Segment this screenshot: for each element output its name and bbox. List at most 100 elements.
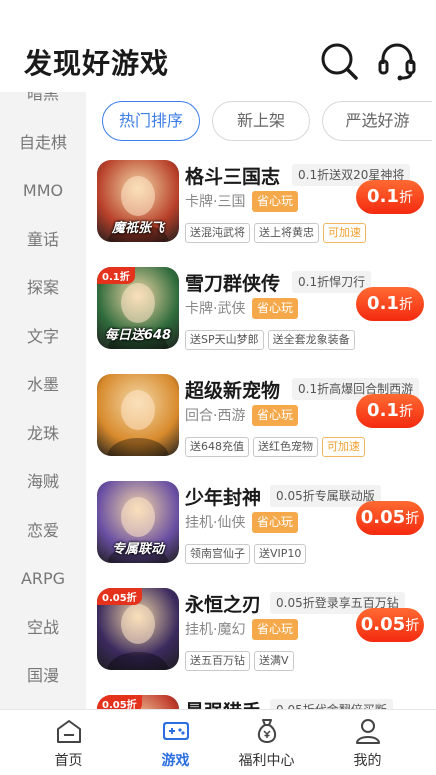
discount-value: 0.05 [360, 507, 406, 528]
nav-home[interactable]: 首页 [14, 710, 123, 775]
discount-unit: 折 [398, 404, 413, 420]
game-genre: 卡牌·三国 [185, 194, 246, 210]
game-genre: 回合·西游 [185, 408, 246, 424]
game-tags: 送648充值 送红色宠物 可加速 [185, 435, 369, 457]
game-tag: 送红色宠物 [253, 437, 318, 457]
nav-profile[interactable]: 我的 [313, 710, 422, 775]
game-icon-corner-badge: 0.1折 [97, 267, 135, 284]
game-row[interactable]: 0.05折 最强猎手 0.05折代金翻倍买断 [86, 685, 436, 709]
game-tag: 领南宫仙子 [185, 544, 250, 564]
nav-home-label: 首页 [54, 753, 83, 769]
sidebar-item[interactable]: 空战 [0, 604, 86, 652]
game-genre: 挂机·仙侠 [185, 515, 246, 531]
game-tags: 送五百万钻 送满V [185, 649, 298, 671]
game-tag: 送全套龙象装备 [267, 330, 355, 350]
sidebar-item[interactable]: 龙珠 [0, 410, 86, 458]
discount-button[interactable]: 0.1折 [356, 287, 424, 321]
game-name: 少年封神 [185, 487, 262, 509]
category-sidebar: 暗黑 自走棋 MMO 童话 探案 文字 水墨 龙珠 海贼 恋爱 ARPG 空战 国漫 [0, 92, 86, 709]
accelerate-tag: 可加速 [323, 223, 366, 243]
tab-hot-sort[interactable]: 热门排序 [102, 101, 200, 141]
sidebar-item[interactable]: MMO [0, 167, 86, 215]
game-icon[interactable] [97, 374, 179, 456]
nav-profile-label: 我的 [353, 753, 382, 769]
sidebar-item[interactable]: 水墨 [0, 361, 86, 409]
game-tags: 送SP天山梦郎 送全套龙象装备 [185, 328, 359, 350]
discount-button[interactable]: 0.1折 [356, 180, 424, 214]
game-icon[interactable]: 每日送648 0.1折 [97, 267, 179, 349]
sidebar-item[interactable]: 恋爱 [0, 507, 86, 555]
game-name: 格斗三国志 [185, 166, 281, 188]
game-genre: 卡牌·武侠 [185, 301, 246, 317]
game-tag: 送上将黄忠 [254, 223, 319, 243]
game-name: 雪刀群侠传 [185, 273, 281, 295]
game-promo: 0.05折代金翻倍买断 [270, 699, 393, 709]
game-row[interactable]: 魔祇张飞 格斗三国志 0.1折送双20星神将 卡牌·三国 省心玩 送混沌武将 送上将黄忠 可加… [86, 150, 436, 257]
game-icon[interactable]: 专属联动 [97, 481, 179, 563]
game-tag: 送SP天山梦郎 [185, 330, 264, 350]
sidebar-item[interactable]: 暗黑 [0, 92, 86, 118]
worry-free-badge: 省心玩 [252, 405, 299, 426]
game-tag: 送VIP10 [254, 544, 307, 564]
sidebar-item[interactable]: 文字 [0, 313, 86, 361]
money-bag-icon [257, 719, 277, 744]
game-icon[interactable]: 0.05折 [97, 695, 179, 709]
worry-free-badge: 省心玩 [252, 619, 299, 640]
profile-icon [356, 719, 380, 744]
discount-value: 0.1 [367, 186, 399, 207]
discount-value: 0.1 [367, 293, 399, 314]
accelerate-tag: 可加速 [322, 437, 365, 457]
game-icon-caption: 每日送648 [104, 328, 172, 343]
tab-curated[interactable]: 严选好游 [322, 101, 432, 141]
game-name: 最强猎手 [185, 697, 261, 709]
discount-button[interactable]: 0.1折 [356, 394, 424, 428]
discount-unit: 折 [405, 511, 420, 527]
sidebar-item[interactable]: ARPG [0, 555, 86, 603]
worry-free-badge: 省心玩 [252, 191, 299, 212]
discount-unit: 折 [405, 618, 420, 634]
discount-button[interactable]: 0.05折 [356, 608, 424, 642]
game-tag: 送648充值 [185, 437, 249, 457]
sidebar-item[interactable]: 海贼 [0, 458, 86, 506]
discount-unit: 折 [398, 190, 413, 206]
game-icon-caption: 魔祇张飞 [111, 221, 164, 236]
search-icon[interactable] [318, 40, 360, 82]
bottom-nav: 首页 游戏 福利中心 我的 [0, 709, 436, 775]
game-row[interactable]: 每日送648 0.1折 雪刀群侠传 0.1折悍刀行卡牌·武侠 省心玩送SP天山梦郎 送全套… [86, 257, 436, 364]
discount-button[interactable]: 0.05折 [356, 501, 424, 535]
headset-icon[interactable] [376, 40, 418, 82]
sidebar-item[interactable]: 自走棋 [0, 119, 86, 167]
sidebar-item[interactable]: 探案 [0, 264, 86, 312]
game-icon-corner-badge: 0.05折 [97, 588, 142, 605]
game-tag: 送满V [254, 651, 294, 671]
game-icon-caption: 专属联动 [111, 542, 164, 557]
game-row[interactable]: 超级新宠物 0.1折高爆回合制西游 回合·西游 省心玩 送648充值 送红色宠物 可加速 0.… [86, 364, 436, 471]
sort-tabs: 热门排序 新上架 严选好游 [86, 92, 436, 150]
page-title: 发现好游戏 [24, 47, 170, 80]
game-name: 超级新宠物 [185, 380, 281, 402]
discount-unit: 折 [398, 297, 413, 313]
game-icon[interactable]: 0.05折 [97, 588, 179, 670]
nav-welfare[interactable]: 福利中心 [212, 710, 321, 775]
game-row[interactable]: 专属联动 少年封神 0.05折专属联动版 挂机·仙侠 省心玩 领南宫仙子 送VIP10 0.0… [86, 471, 436, 578]
gamepad-icon [163, 722, 189, 740]
tab-new-release[interactable]: 新上架 [212, 101, 310, 141]
game-icon-corner-badge: 0.05折 [97, 695, 142, 709]
game-artwork-icon [107, 390, 169, 456]
game-tags: 领南宫仙子 送VIP10 [185, 542, 310, 564]
discount-value: 0.1 [367, 400, 399, 421]
game-promo: 0.1折悍刀行 [292, 271, 372, 293]
game-list: 魔祇张飞 格斗三国志 0.1折送双20星神将 卡牌·三国 省心玩 送混沌武将 送上将黄忠 可加… [86, 150, 436, 709]
sidebar-item[interactable]: 国漫 [0, 652, 86, 700]
game-tags: 送混沌武将 送上将黄忠 可加速 [185, 221, 370, 243]
nav-welfare-label: 福利中心 [238, 753, 295, 769]
game-row[interactable]: 0.05折 永恒之刃 0.05折登录享五百万钻 挂机·魔幻 省心玩 送五百万钻 送满V 0.0… [86, 578, 436, 685]
header: 发现好游戏 [0, 0, 436, 92]
game-icon[interactable]: 魔祇张飞 [97, 160, 179, 242]
game-tag: 送混沌武将 [185, 223, 250, 243]
discount-value: 0.05 [360, 614, 406, 635]
game-genre: 挂机·魔幻 [185, 622, 246, 638]
sidebar-item[interactable]: 童话 [0, 216, 86, 264]
worry-free-badge: 省心玩 [252, 298, 299, 319]
game-tag: 送五百万钻 [185, 651, 250, 671]
